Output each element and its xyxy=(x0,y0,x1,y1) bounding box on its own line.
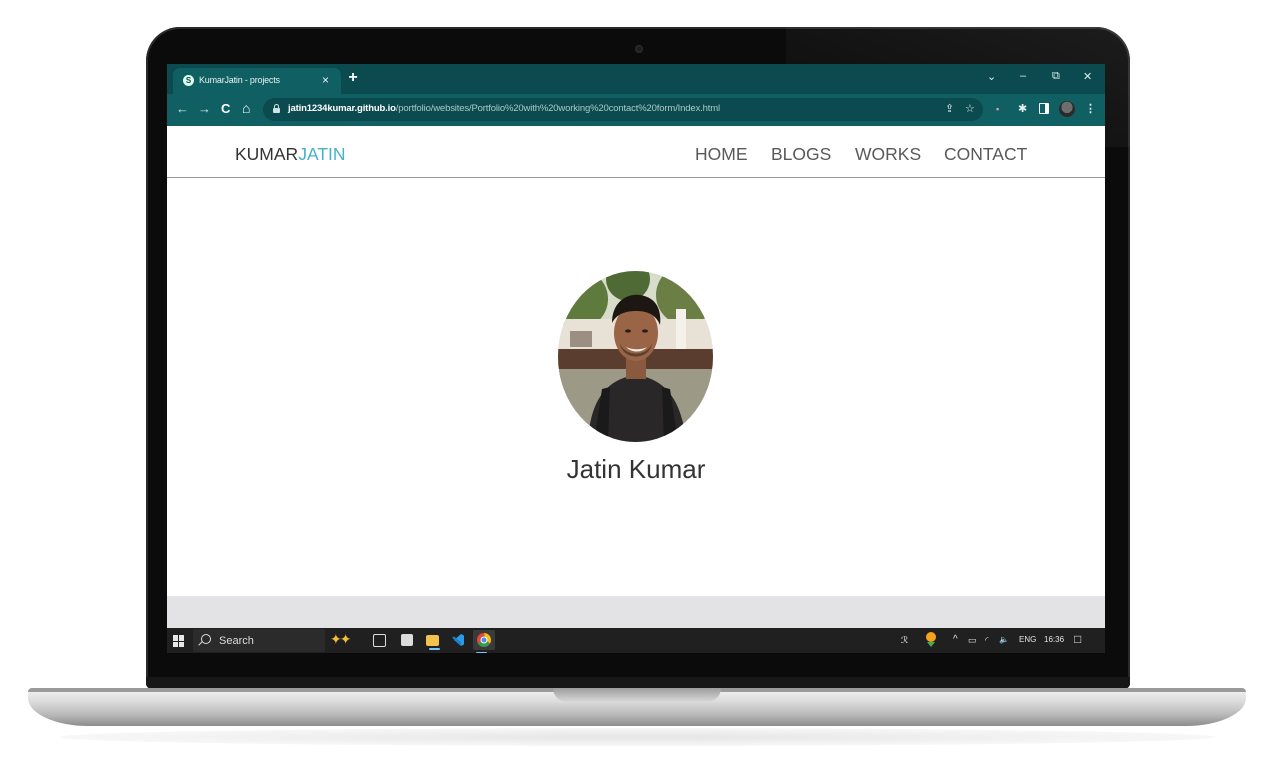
back-icon[interactable]: ← xyxy=(176,102,189,116)
volume-icon[interactable]: 🔈 xyxy=(999,635,1009,644)
chrome-menu-icon[interactable]: ⋮ xyxy=(1085,103,1096,115)
share-icon[interactable]: ⇪ xyxy=(945,103,954,115)
search-icon xyxy=(201,634,211,644)
weather-icon[interactable] xyxy=(923,631,939,647)
windows-start-icon[interactable] xyxy=(173,635,185,647)
logo-part-jatin: JATIN xyxy=(298,144,346,164)
people-icon[interactable]: ℛ xyxy=(901,635,908,646)
tab-close-icon[interactable]: × xyxy=(322,73,329,87)
tab-search-icon[interactable]: ⌄ xyxy=(987,70,996,83)
store-icon[interactable] xyxy=(401,634,413,646)
minimize-icon[interactable]: – xyxy=(1020,70,1026,82)
url-text[interactable]: jatin1234kumar.github.io/portfolio/websi… xyxy=(288,103,720,114)
extensions-puzzle-icon[interactable]: ✱ xyxy=(1018,103,1027,115)
nav-works[interactable]: WORKS xyxy=(855,144,921,165)
windows-taskbar: Search ✦✦ ℛ ^ ▭ ◜ 🔈 ENG 16:36 □ xyxy=(167,628,1105,653)
reload-icon[interactable]: C xyxy=(221,102,230,116)
extension-icon[interactable]: ▪ xyxy=(996,103,999,115)
vscode-icon[interactable] xyxy=(451,633,465,647)
search-highlights-icon[interactable]: ✦✦ xyxy=(330,631,352,648)
hero-section: Jatin Kumar xyxy=(167,178,1105,596)
site-footer-strip xyxy=(167,596,1105,628)
profile-photo xyxy=(558,271,713,442)
laptop-screen: S KumarJatin - projects × + ⌄ – ⧉ ✕ ← → … xyxy=(167,64,1105,653)
browser-toolbar: ← → C ⌂ jatin1234kumar.github.io/portfol… xyxy=(167,94,1105,126)
show-hidden-icons[interactable]: ^ xyxy=(953,634,958,645)
close-window-icon[interactable]: ✕ xyxy=(1083,70,1092,83)
stage: S KumarJatin - projects × + ⌄ – ⧉ ✕ ← → … xyxy=(0,0,1274,765)
browser-tab[interactable]: S KumarJatin - projects × xyxy=(173,68,341,94)
nav-contact[interactable]: CONTACT xyxy=(944,144,1027,165)
side-panel-icon[interactable] xyxy=(1039,103,1049,114)
profile-name: Jatin Kumar xyxy=(566,454,706,484)
forward-icon[interactable]: → xyxy=(198,102,211,116)
file-explorer-icon[interactable] xyxy=(426,635,440,650)
webcam xyxy=(635,45,643,53)
url-path: /portfolio/websites/Portfolio%20with%20w… xyxy=(395,103,721,114)
wifi-icon[interactable]: ◜ xyxy=(985,635,989,646)
notifications-icon[interactable]: □ xyxy=(1074,632,1081,646)
website: KUMARJATIN HOME BLOGS WORKS CONTACT Jati… xyxy=(167,126,1105,596)
profile-avatar-icon[interactable] xyxy=(1059,101,1075,117)
nav-home[interactable]: HOME xyxy=(695,144,748,165)
taskbar-search[interactable]: Search xyxy=(193,629,325,652)
browser-tab-strip: S KumarJatin - projects × + ⌄ – ⧉ ✕ xyxy=(167,64,1105,94)
taskbar-search-placeholder: Search xyxy=(219,635,254,647)
url-host: jatin1234kumar.github.io xyxy=(288,103,396,114)
bookmark-star-icon[interactable]: ☆ xyxy=(965,103,975,115)
site-favicon-icon: S xyxy=(183,75,194,86)
address-bar[interactable]: jatin1234kumar.github.io/portfolio/websi… xyxy=(263,98,983,121)
nav-blogs[interactable]: BLOGS xyxy=(771,144,831,165)
clock[interactable]: 16:36 xyxy=(1044,635,1064,644)
battery-icon[interactable]: ▭ xyxy=(968,635,977,646)
site-logo[interactable]: KUMARJATIN xyxy=(235,144,346,165)
site-navbar: KUMARJATIN HOME BLOGS WORKS CONTACT xyxy=(167,126,1105,178)
home-icon[interactable]: ⌂ xyxy=(242,101,250,115)
logo-part-kumar: KUMAR xyxy=(235,144,299,164)
laptop-shadow xyxy=(60,728,1214,746)
laptop-base xyxy=(28,688,1246,726)
language-indicator[interactable]: ENG xyxy=(1019,635,1036,644)
tab-title: KumarJatin - projects xyxy=(199,75,280,85)
lock-icon[interactable] xyxy=(273,104,280,113)
new-tab-button[interactable]: + xyxy=(345,70,361,86)
chrome-taskbar-icon[interactable] xyxy=(473,630,495,653)
lid-opener-notch xyxy=(553,688,721,702)
restore-icon[interactable]: ⧉ xyxy=(1052,70,1060,83)
task-view-icon[interactable] xyxy=(373,634,386,647)
